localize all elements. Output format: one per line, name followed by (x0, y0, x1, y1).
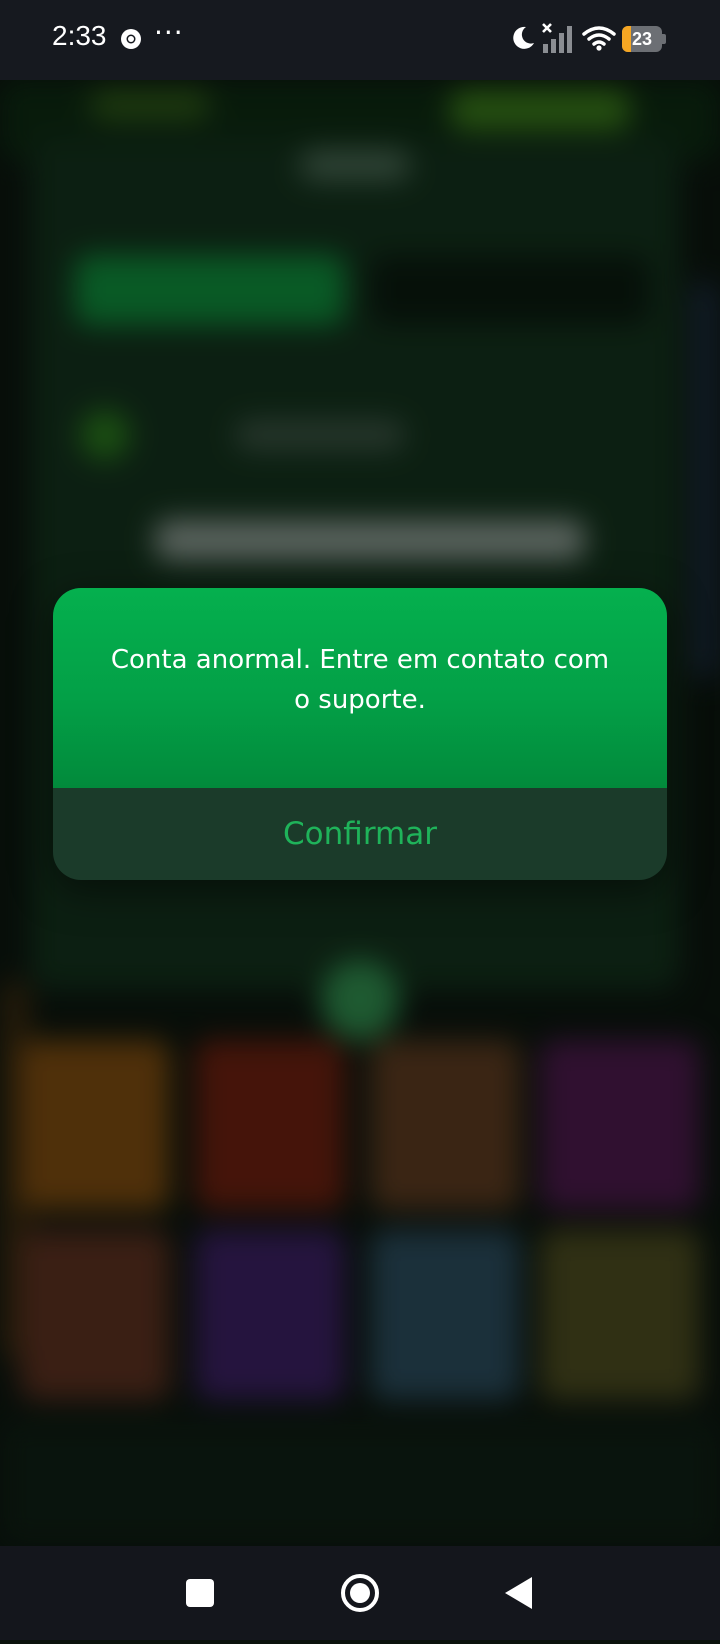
moon-icon (513, 26, 534, 49)
dialog-body: Conta anormal. Entre em contato com o su… (53, 588, 667, 788)
back-icon (505, 1577, 532, 1609)
home-icon (341, 1574, 379, 1612)
status-time: 2:33 (52, 20, 107, 51)
more-dots: ··· (154, 16, 184, 49)
status-bar: 2:33 ··· 23 (0, 0, 720, 80)
signal-icon (542, 23, 572, 53)
back-button[interactable] (480, 1546, 560, 1640)
recents-button[interactable] (160, 1546, 240, 1640)
alert-dialog: Conta anormal. Entre em contato com o su… (53, 588, 667, 880)
confirm-button[interactable]: Confirmar (53, 788, 667, 880)
navigation-bar (0, 1546, 720, 1640)
home-button[interactable] (320, 1546, 400, 1640)
confirm-button-label: Confirmar (283, 816, 437, 852)
battery-icon: 23 (622, 26, 666, 52)
wifi-icon (582, 26, 616, 51)
dialog-message: Conta anormal. Entre em contato com o su… (110, 645, 610, 715)
recents-icon (186, 1579, 214, 1607)
chrome-icon (121, 29, 141, 49)
battery-level: 23 (631, 29, 653, 49)
